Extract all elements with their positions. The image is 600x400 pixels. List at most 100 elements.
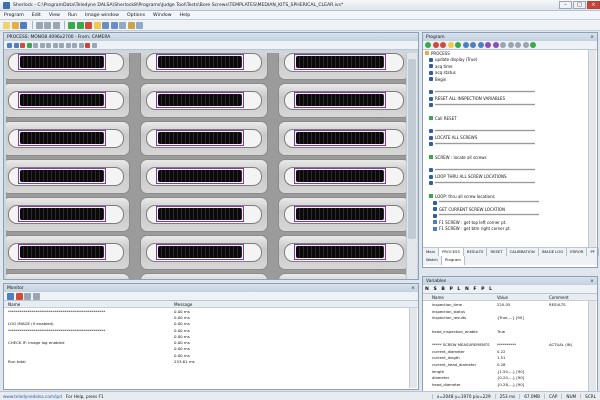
- website-link[interactable]: www.teledynedalsa.com/ipd: [3, 394, 62, 399]
- screw-roi[interactable]: [294, 54, 386, 70]
- collapse-icon[interactable]: [515, 42, 521, 48]
- filter-log-icon[interactable]: [32, 292, 40, 300]
- polygon-tool-icon[interactable]: [59, 42, 64, 48]
- variable-row[interactable]: head_diameter {0.28,...} [90]: [423, 381, 597, 388]
- screw-roi[interactable]: [156, 244, 244, 260]
- screw-roi[interactable]: [18, 244, 106, 260]
- zoom-in-icon[interactable]: [7, 42, 12, 48]
- monitor-row[interactable]: CHECK IF: image log enabled 0.00 ms: [4, 339, 418, 345]
- clear-log-icon[interactable]: [15, 292, 23, 300]
- zoom-out-icon[interactable]: [13, 42, 19, 48]
- screw-roi[interactable]: [294, 92, 386, 108]
- find-icon[interactable]: [500, 42, 506, 48]
- run-once-icon[interactable]: [76, 21, 84, 29]
- copy-icon[interactable]: [44, 21, 51, 29]
- maximize-button[interactable]: □: [573, 1, 586, 9]
- monitor-row[interactable]: ****************************************…: [4, 327, 418, 333]
- column-header-name[interactable]: Name: [4, 302, 174, 307]
- variable-row[interactable]: [423, 334, 597, 341]
- image-icon[interactable]: [110, 21, 118, 29]
- camera-icon[interactable]: [102, 21, 109, 29]
- column-header-comment[interactable]: Comment: [549, 295, 589, 300]
- arc-tool-icon[interactable]: [65, 42, 71, 48]
- menu-window[interactable]: Window: [153, 13, 171, 18]
- add-instruction-icon[interactable]: [530, 42, 536, 48]
- monitor-row[interactable]: ****************************************…: [4, 308, 418, 314]
- undo-icon[interactable]: [72, 42, 77, 48]
- menu-view[interactable]: View: [49, 13, 60, 18]
- stop-icon[interactable]: [85, 21, 92, 29]
- step-into-icon[interactable]: [470, 42, 476, 48]
- screw-roi[interactable]: [294, 168, 386, 184]
- point-tool-icon[interactable]: [52, 42, 58, 48]
- variable-row[interactable]: [423, 321, 597, 328]
- step-icon[interactable]: [93, 21, 101, 29]
- variable-type-filters[interactable]: N S B P L N F P L: [425, 287, 494, 292]
- tab-image-log[interactable]: IMAGE LOG: [539, 248, 568, 256]
- menu-edit[interactable]: Edit: [32, 13, 41, 18]
- cut-icon[interactable]: [35, 21, 43, 29]
- check-icon[interactable]: [455, 42, 461, 48]
- column-header-name[interactable]: Name: [423, 295, 497, 300]
- step-over-icon[interactable]: [477, 42, 484, 48]
- tab-process[interactable]: PROCESS: [439, 248, 464, 256]
- screw-roi[interactable]: [18, 92, 106, 108]
- variable-row[interactable]: length {1.50,...} [90]: [423, 368, 597, 375]
- screw-roi[interactable]: [156, 206, 244, 222]
- warning-icon[interactable]: [447, 42, 454, 48]
- screw-roi[interactable]: [18, 168, 106, 184]
- run-icon[interactable]: [68, 21, 75, 29]
- tab-reset[interactable]: RESET: [487, 248, 507, 256]
- options-icon[interactable]: [507, 42, 514, 48]
- tab-watch[interactable]: Watch: [423, 256, 442, 265]
- rectangle-tool-icon[interactable]: [33, 42, 38, 48]
- info-icon[interactable]: [462, 42, 469, 48]
- variable-row[interactable]: inspection_status: [423, 308, 597, 315]
- screw-roi[interactable]: [156, 168, 244, 184]
- program-line[interactable]: [425, 232, 589, 239]
- close-icon[interactable]: ×: [590, 35, 594, 40]
- save-log-icon[interactable]: [7, 292, 14, 300]
- close-icon[interactable]: ×: [411, 286, 415, 291]
- screw-roi[interactable]: [294, 206, 386, 222]
- tab-results[interactable]: RESULTS: [464, 248, 488, 256]
- scroll-thumb[interactable]: [408, 59, 416, 239]
- close-button[interactable]: ×: [587, 1, 600, 9]
- settings-icon[interactable]: [119, 21, 126, 29]
- open-folder-icon[interactable]: [11, 21, 19, 29]
- variable-row[interactable]: inspection_results {True,...} [90]: [423, 314, 597, 321]
- menu-image-window[interactable]: Image window: [85, 13, 119, 18]
- screw-roi[interactable]: [294, 130, 386, 146]
- screw-roi[interactable]: [18, 54, 106, 70]
- screw-roi[interactable]: [18, 130, 106, 146]
- log-icon[interactable]: [127, 21, 135, 29]
- column-header-value[interactable]: Value: [497, 295, 549, 300]
- close-icon[interactable]: ×: [590, 279, 594, 284]
- variable-row[interactable]: diameter {0.20,...} [90]: [423, 375, 597, 382]
- circle-tool-icon[interactable]: [39, 42, 45, 48]
- screw-roi[interactable]: [294, 244, 386, 260]
- column-header-message[interactable]: Message: [174, 302, 404, 307]
- redo-icon[interactable]: [78, 42, 84, 48]
- variable-row[interactable]: ***** SCREW MEASUREMENTS ********** ACTUAL…: [423, 341, 597, 348]
- variables-scrollbar[interactable]: [588, 301, 596, 391]
- variable-row[interactable]: head_inspection_enable True: [423, 328, 597, 335]
- image-vertical-scrollbar[interactable]: [406, 53, 417, 279]
- variable-row[interactable]: current_head_diameter 0.28: [423, 361, 597, 368]
- variable-row[interactable]: current_length 1.51: [423, 355, 597, 362]
- tab-program[interactable]: Program: [441, 256, 465, 265]
- screw-roi[interactable]: [156, 54, 244, 70]
- monitor-row[interactable]: Run total 253.61 ms: [4, 358, 418, 364]
- tab-pf[interactable]: PF: [587, 248, 599, 256]
- menu-program[interactable]: Program: [4, 13, 24, 18]
- menu-help[interactable]: Help: [180, 13, 191, 18]
- variable-row[interactable]: current_diameter 0.22: [423, 348, 597, 355]
- play-icon[interactable]: [26, 42, 32, 48]
- select-roi-icon[interactable]: [91, 42, 97, 48]
- menu-run[interactable]: Run: [68, 13, 77, 18]
- screw-roi[interactable]: [18, 206, 106, 222]
- watch-icon[interactable]: [492, 42, 499, 48]
- tab-calibration[interactable]: CALIBRATION: [507, 248, 539, 256]
- monitor-scrollbar[interactable]: [409, 308, 417, 388]
- breakpoint-icon[interactable]: [485, 42, 491, 48]
